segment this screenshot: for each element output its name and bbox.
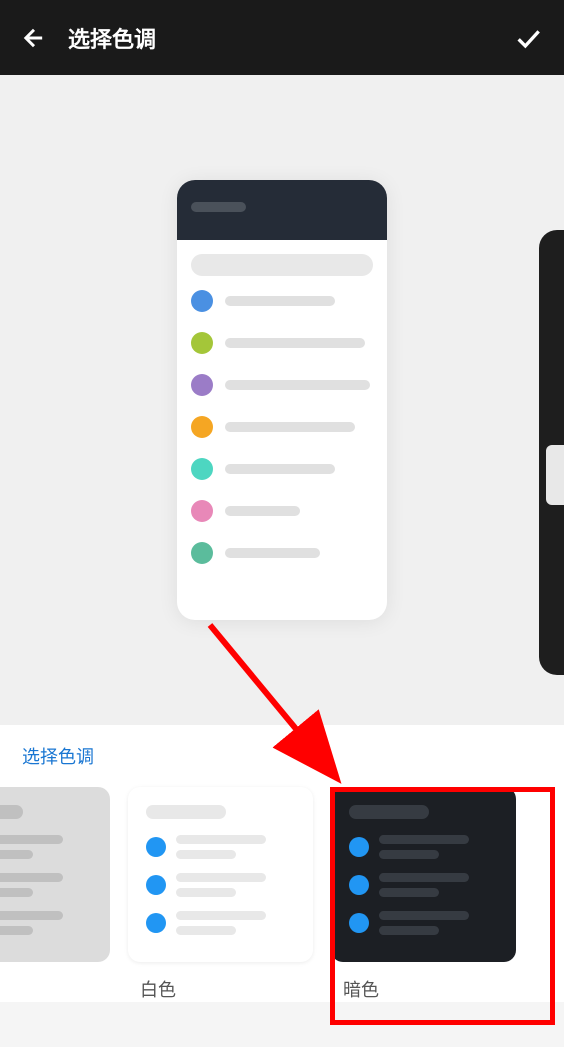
back-arrow-icon[interactable]	[20, 24, 48, 52]
color-dot-icon	[191, 374, 213, 396]
dot-icon	[146, 875, 166, 895]
theme-option-white[interactable]: 白色	[128, 787, 313, 1002]
phone-preview-search	[191, 254, 373, 276]
list-item	[191, 290, 373, 312]
dot-icon	[349, 913, 369, 933]
list-item	[191, 500, 373, 522]
section-label: 选择色调	[0, 743, 564, 787]
color-dot-icon	[191, 416, 213, 438]
list-item	[191, 458, 373, 480]
theme-options-row: 白色 暗色	[0, 787, 564, 1002]
dot-icon	[146, 837, 166, 857]
color-dot-icon	[191, 500, 213, 522]
list-item	[191, 542, 373, 564]
phone-preview-list	[177, 290, 387, 564]
dot-icon	[349, 875, 369, 895]
confirm-check-icon[interactable]	[512, 22, 544, 54]
page-title: 选择色调	[68, 22, 156, 54]
color-dot-icon	[191, 458, 213, 480]
color-dot-icon	[191, 290, 213, 312]
header-left: 选择色调	[20, 22, 156, 54]
theme-option-dark[interactable]: 暗色	[331, 787, 516, 1002]
dot-icon	[349, 837, 369, 857]
phone-preview-light	[177, 180, 387, 620]
dot-icon	[146, 913, 166, 933]
list-item	[191, 374, 373, 396]
color-dot-icon	[191, 542, 213, 564]
theme-option-previous[interactable]	[0, 787, 110, 1002]
theme-thumb	[331, 787, 516, 962]
phone-preview-header	[177, 180, 387, 240]
theme-thumb	[128, 787, 313, 962]
theme-selector-section: 选择色调 白色	[0, 725, 564, 1002]
list-item	[191, 332, 373, 354]
scroll-handle-icon[interactable]	[546, 445, 564, 505]
theme-label: 暗色	[343, 976, 379, 1002]
list-item	[191, 416, 373, 438]
theme-label: 白色	[140, 976, 176, 1002]
preview-area	[0, 75, 564, 725]
header-bar: 选择色调	[0, 0, 564, 75]
theme-thumb	[0, 787, 110, 962]
color-dot-icon	[191, 332, 213, 354]
